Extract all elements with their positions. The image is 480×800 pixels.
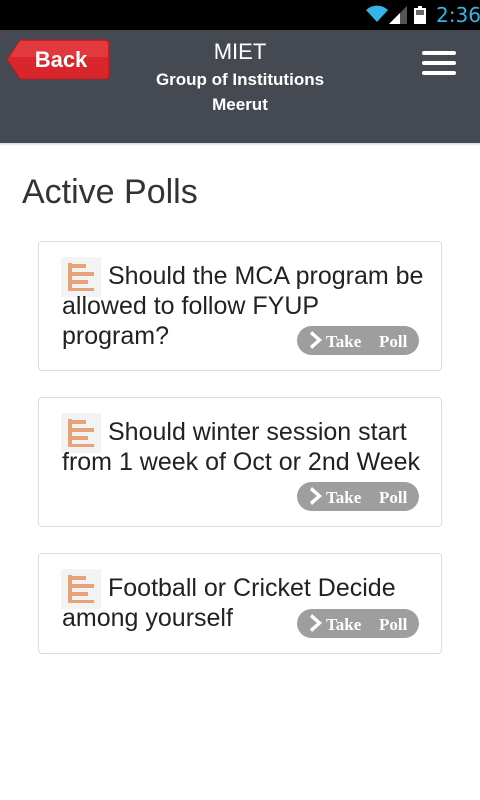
page-title: Active Polls [22, 173, 198, 211]
header-shadow [0, 143, 480, 146]
app-title: MIET [213, 39, 267, 64]
poll-card[interactable]: Should the MCA program be allowed to fol… [38, 241, 442, 371]
hamburger-menu-icon[interactable] [420, 51, 458, 77]
chevron-right-icon [310, 331, 322, 349]
poll-card[interactable]: Should winter session start from 1 week … [38, 397, 442, 527]
battery-icon [414, 6, 426, 24]
signal-icon [389, 6, 407, 24]
back-button[interactable]: Back [6, 39, 109, 80]
poll-question: Should winter session start from 1 week … [62, 418, 421, 476]
app-subtitle-line2: Meerut [212, 95, 268, 114]
take-poll-button[interactable]: Take Poll [297, 326, 419, 355]
poll-card[interactable]: Football or Cricket Decide among yoursel… [38, 553, 442, 654]
app-subtitle-line1: Group of Institutions [155, 70, 325, 89]
take-poll-label: Poll [379, 615, 408, 634]
take-poll-label: Take [326, 332, 362, 351]
take-poll-label: Take [326, 615, 362, 634]
take-poll-label: Poll [379, 332, 408, 351]
take-poll-label: Take [326, 488, 362, 507]
take-poll-button[interactable]: Take Poll [297, 482, 419, 511]
status-time: 2:36 [436, 3, 480, 27]
chevron-right-icon [310, 487, 322, 505]
wifi-icon [366, 5, 388, 22]
back-button-label: Back [34, 47, 88, 72]
chevron-right-icon [310, 614, 322, 632]
take-poll-button[interactable]: Take Poll [297, 609, 419, 638]
status-bar: 2:36 [0, 0, 480, 30]
take-poll-label: Poll [379, 488, 408, 507]
